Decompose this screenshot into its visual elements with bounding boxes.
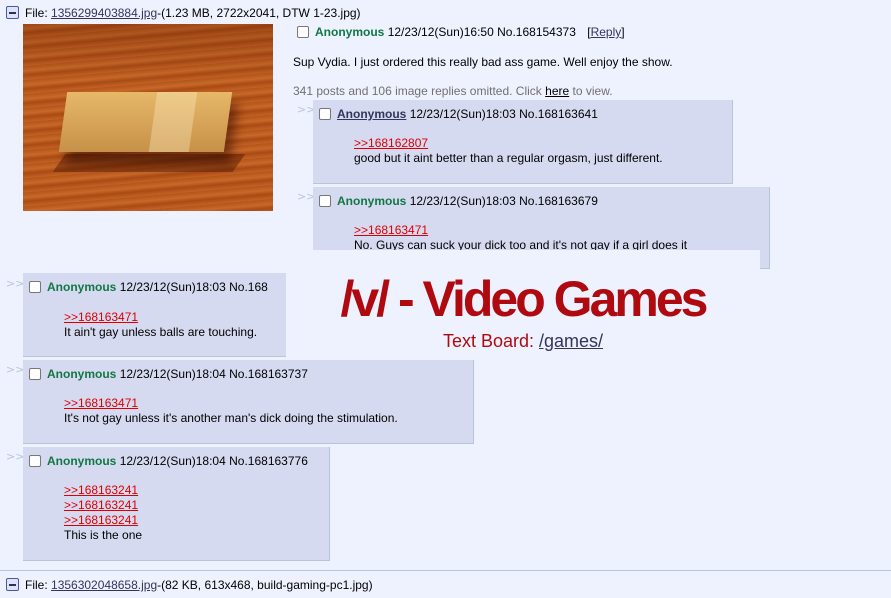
reply-datetime: 12/23/12(Sun)18:03: [409, 107, 516, 121]
omitted-here-link[interactable]: here: [545, 84, 569, 98]
reply-arrows: >>: [6, 363, 25, 376]
quote-link[interactable]: >>168163241: [64, 483, 142, 498]
quote-link[interactable]: >>168163471: [354, 223, 687, 238]
op-datetime: 12/23/12(Sun)16:50: [387, 25, 494, 39]
reply-select-checkbox[interactable]: [29, 455, 41, 467]
reply-select-checkbox[interactable]: [29, 281, 41, 293]
quote-link[interactable]: >>168163241: [64, 513, 142, 528]
op-body: Sup Vydia. I just ordered this really ba…: [293, 55, 673, 69]
op-header: Anonymous 12/23/12(Sun)16:50 No.16815437…: [297, 25, 625, 39]
reply-link[interactable]: Reply: [591, 25, 622, 39]
reply-content: >>168163471 No. Guys can suck your dick …: [354, 223, 687, 253]
reply-arrows: >>: [6, 277, 25, 290]
reply-datetime: 12/23/12(Sun)18:03: [409, 194, 516, 208]
reply-header: Anonymous 12/23/12(Sun)18:03 No.16816364…: [319, 107, 598, 121]
quote-link[interactable]: >>168163471: [64, 310, 257, 325]
next-thread-file-info: -(82 KB, 613x468, build-gaming-pc1.jpg): [157, 578, 373, 592]
op-post-number[interactable]: No.168154373: [497, 25, 576, 39]
reply-post-number[interactable]: No.168: [229, 280, 268, 294]
reply-body: This is the one: [64, 528, 143, 542]
file-label: File:: [25, 6, 48, 20]
omitted-text-pre: 341 posts and 106 image replies omitted.…: [293, 84, 546, 98]
reply-body: It ain't gay unless balls are touching.: [64, 325, 258, 339]
quote-link[interactable]: >>168163241: [64, 498, 142, 513]
op-file-link[interactable]: 1356299403884.jpg: [51, 6, 157, 20]
reply-post: Anonymous 12/23/12(Sun)18:03 No.168 >>16…: [23, 273, 323, 357]
reply-select-checkbox[interactable]: [319, 195, 331, 207]
reply-header: Anonymous 12/23/12(Sun)18:03 No.16816367…: [319, 194, 598, 208]
op-thumbnail-image[interactable]: [23, 24, 273, 211]
reply-select-checkbox[interactable]: [319, 108, 331, 120]
reply-content: >>168162807 good but it aint better than…: [354, 136, 663, 166]
reply-post-number[interactable]: No.168163679: [519, 194, 598, 208]
reply-header: Anonymous 12/23/12(Sun)18:03 No.168: [29, 280, 268, 294]
thumbnail-box-shadow: [52, 154, 246, 172]
reply-datetime: 12/23/12(Sun)18:03: [119, 280, 226, 294]
text-board-link[interactable]: /games/: [539, 331, 603, 351]
reply-select-checkbox[interactable]: [29, 368, 41, 380]
next-thread-file-link[interactable]: 1356302048658.jpg: [51, 578, 157, 592]
board-title: /v/ - Video Games: [340, 271, 709, 327]
reply-post: Anonymous 12/23/12(Sun)18:04 No.16816373…: [23, 360, 474, 444]
op-name: Anonymous: [315, 25, 385, 39]
reply-content: >>168163241 >>168163241 >>168163241 This…: [64, 483, 142, 543]
reply-name: Anonymous: [337, 107, 407, 121]
next-thread-file-line: File: 1356302048658.jpg-(82 KB, 613x468,…: [6, 578, 373, 592]
reply-content: >>168163471 It ain't gay unless balls ar…: [64, 310, 257, 340]
reply-post-number[interactable]: No.168163737: [229, 367, 308, 381]
reply-post: Anonymous 12/23/12(Sun)18:03 No.16816364…: [313, 100, 733, 184]
thread-divider: [0, 570, 891, 571]
board-banner: /v/ - Video Games Text Board: /games/: [286, 250, 760, 362]
op-file-line: File: 1356299403884.jpg-(1.23 MB, 2722x2…: [6, 6, 361, 20]
reply-post: Anonymous 12/23/12(Sun)18:04 No.16816377…: [23, 447, 330, 561]
hide-thread-minus-icon[interactable]: [6, 6, 19, 19]
reply-bracket-close: ]: [621, 25, 625, 39]
op-file-info: -(1.23 MB, 2722x2041, DTW 1-23.jpg): [157, 6, 361, 20]
op-select-checkbox[interactable]: [297, 26, 309, 38]
reply-body: good but it aint better than a regular o…: [354, 151, 663, 165]
file-label: File:: [25, 578, 48, 592]
reply-name: Anonymous: [47, 280, 117, 294]
reply-name: Anonymous: [337, 194, 407, 208]
text-board-label: Text Board:: [442, 331, 539, 351]
reply-post-number[interactable]: No.168163641: [519, 107, 598, 121]
reply-datetime: 12/23/12(Sun)18:04: [119, 454, 226, 468]
reply-arrows: >>: [6, 450, 25, 463]
quote-link[interactable]: >>168162807: [354, 136, 663, 151]
board-subtitle: Text Board: /games/: [286, 331, 760, 352]
omitted-notice: 341 posts and 106 image replies omitted.…: [293, 84, 613, 98]
quote-link[interactable]: >>168163471: [64, 396, 398, 411]
reply-datetime: 12/23/12(Sun)18:04: [119, 367, 226, 381]
thumbnail-box: [58, 92, 233, 152]
reply-header: Anonymous 12/23/12(Sun)18:04 No.16816377…: [29, 454, 308, 468]
reply-body: It's not gay unless it's another man's d…: [64, 411, 398, 425]
reply-name: Anonymous: [47, 454, 117, 468]
reply-name: Anonymous: [47, 367, 117, 381]
hide-thread-minus-icon[interactable]: [6, 578, 19, 591]
reply-post-number[interactable]: No.168163776: [229, 454, 308, 468]
reply-header: Anonymous 12/23/12(Sun)18:04 No.16816373…: [29, 367, 308, 381]
omitted-text-post: to view.: [569, 84, 613, 98]
reply-content: >>168163471 It's not gay unless it's ano…: [64, 396, 398, 426]
